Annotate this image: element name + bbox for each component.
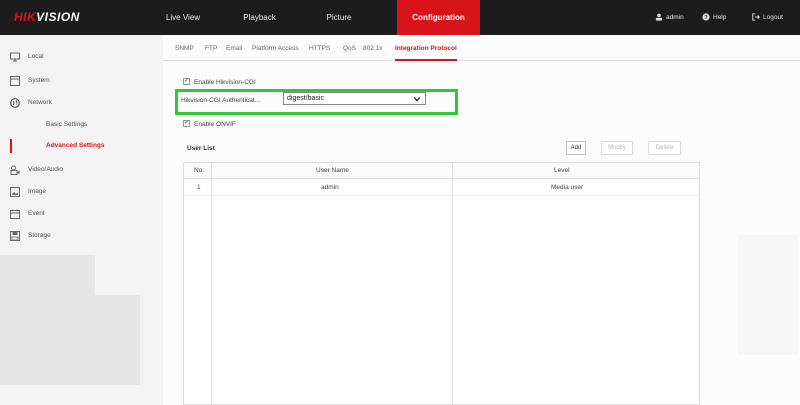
sidebar-item-storage[interactable]: Storage [28,229,51,243]
add-button[interactable]: Add [566,141,586,155]
sidebar: Local System Network Basic Settings Adva… [0,35,163,405]
cell-level: Media user [551,184,584,191]
logout-button[interactable]: Logout [752,0,783,35]
modify-button[interactable]: Modify [601,141,633,155]
tab-qos[interactable]: QoS [343,45,356,59]
table-header: No. User Name Level [184,163,699,179]
enable-onvif-row: ✓ Enable ONVIF [183,119,236,131]
background-shade [738,235,798,355]
tab-802-1x[interactable]: 802.1x [363,45,383,59]
column-header-no: No. [194,167,205,174]
user-list-title: User List [187,145,215,152]
main-content: SNMP FTP Email Platform Access HTTPS QoS… [163,35,800,405]
tab-https[interactable]: HTTPS [309,45,330,59]
cgi-authentication-label: Hikvision-CGI Authenticat... [181,97,261,104]
user-menu[interactable]: admin [655,0,684,35]
column-header-level: Level [554,167,570,174]
video-audio-icon [10,165,20,175]
active-indicator [10,139,12,153]
column-divider [452,163,453,405]
sidebar-filler-light [95,255,140,295]
logo-text-red: HIK [14,10,37,24]
nav-configuration[interactable]: Configuration [397,0,480,35]
calendar-icon [10,209,20,219]
help-button[interactable]: ? Help [702,0,726,35]
tab-integration-protocol[interactable]: Integration Protocol [395,45,457,61]
globe-icon [10,98,20,108]
nav-picture[interactable]: Picture [318,0,360,35]
delete-button[interactable]: Delete [648,141,681,155]
tab-bar: SNMP FTP Email Platform Access HTTPS QoS… [163,35,800,61]
logo-text-white: VISION [36,10,80,24]
enable-onvif-label: Enable ONVIF [194,121,236,128]
cell-user-name: admin [321,184,339,191]
storage-icon [10,231,20,241]
brand-logo: HIKVISION [14,10,80,24]
cgi-authentication-value: digest/basic [287,95,324,102]
column-divider [211,163,212,405]
column-header-user-name: User Name [316,167,349,174]
image-icon [10,187,20,197]
tab-platform-access[interactable]: Platform Access [252,45,299,59]
enable-hikvision-cgi-row: ✓ Enable Hikvision-CGI [183,77,256,89]
enable-onvif-checkbox[interactable]: ✓ [183,119,190,127]
sidebar-item-network[interactable]: Network [28,96,52,110]
sidebar-item-image[interactable]: Image [28,185,46,199]
table-row[interactable]: 1 admin Media user [184,180,699,196]
sidebar-item-local[interactable]: Local [28,50,44,64]
cgi-authentication-select[interactable]: digest/basic [283,92,426,105]
tab-snmp[interactable]: SNMP [175,45,194,59]
user-icon [655,13,663,21]
nav-playback[interactable]: Playback [232,0,287,35]
tab-ftp[interactable]: FTP [205,45,217,59]
logout-label: Logout [763,14,783,21]
logout-icon [752,13,760,21]
system-icon [10,76,20,86]
cell-no: 1 [197,184,201,191]
enable-hikvision-cgi-checkbox[interactable]: ✓ [183,77,190,85]
user-table: No. User Name Level 1 admin Media user [183,162,700,405]
nav-live-view[interactable]: Live View [158,0,208,35]
sidebar-item-system[interactable]: System [28,74,50,88]
svg-text:?: ? [704,15,708,21]
help-label: Help [713,14,727,21]
sidebar-subitem-basic-settings[interactable]: Basic Settings [46,118,87,132]
chevron-down-icon [413,96,421,102]
sidebar-item-event[interactable]: Event [28,207,45,221]
tab-email[interactable]: Email [226,45,242,59]
top-bar: HIKVISION Live View Playback Picture Con… [0,0,800,35]
sidebar-item-video-audio[interactable]: Video/Audio [28,163,63,177]
sidebar-subitem-advanced-settings[interactable]: Advanced Settings [46,139,105,153]
monitor-icon [10,52,20,62]
help-icon: ? [702,13,710,21]
enable-hikvision-cgi-label: Enable Hikvision-CGI [194,79,256,86]
user-name: admin [666,14,684,21]
